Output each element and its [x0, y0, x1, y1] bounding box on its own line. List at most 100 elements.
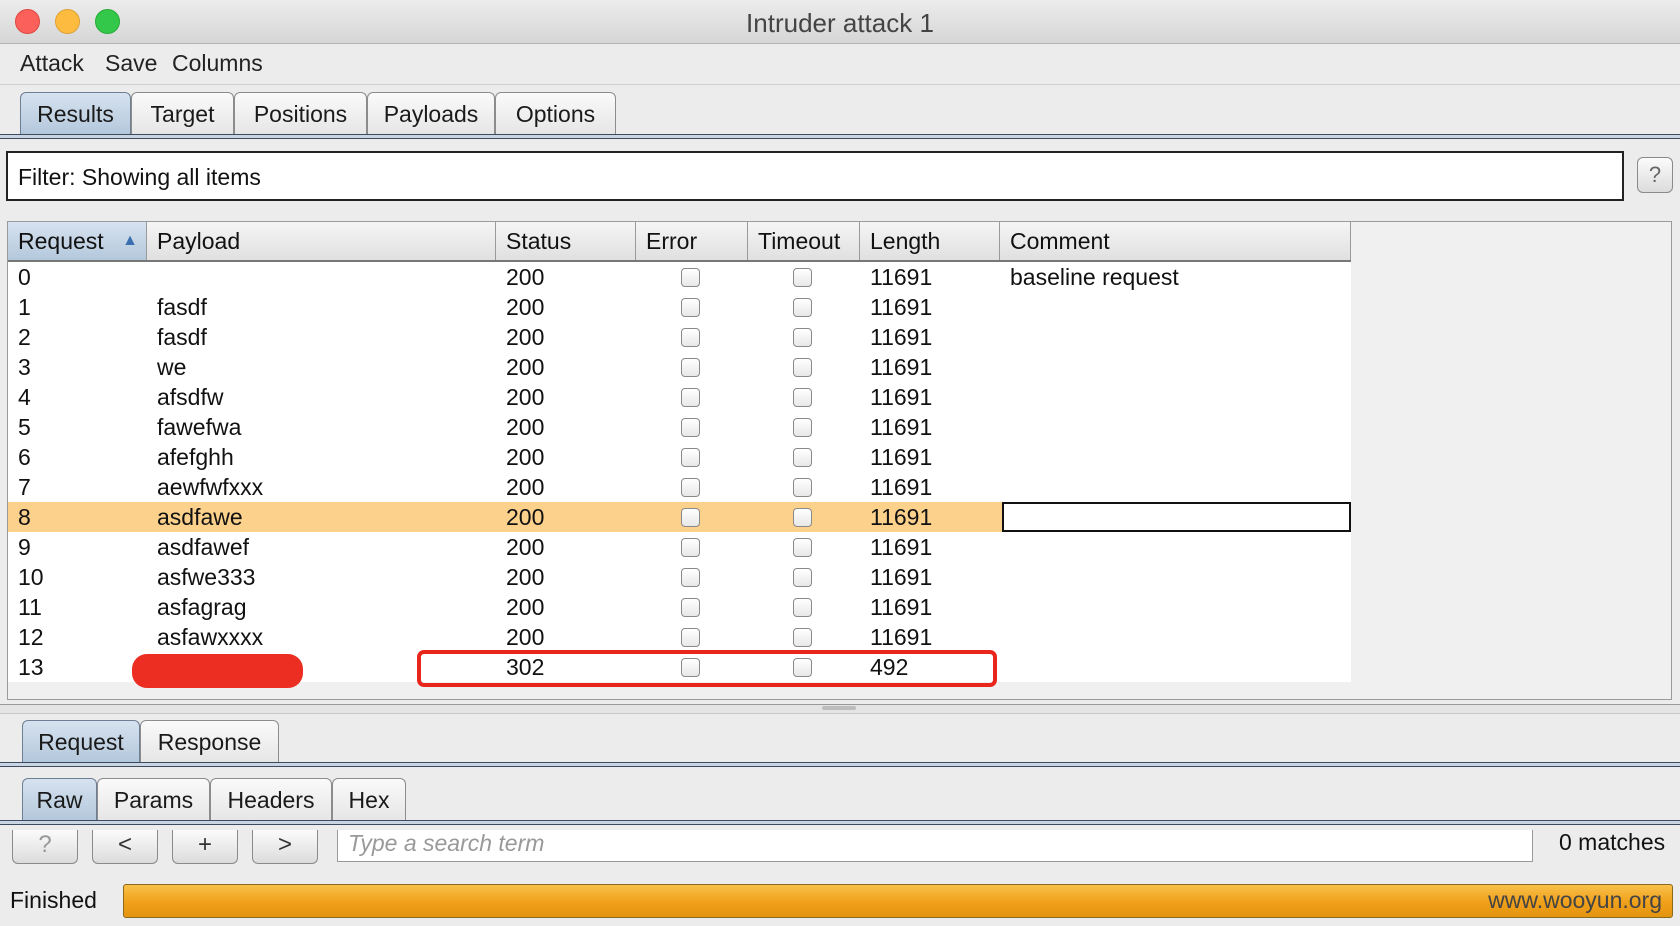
table-row[interactable]: 12 asfawxxxx 200 11691: [8, 622, 1351, 652]
timeout-checkbox[interactable]: [793, 268, 812, 287]
tab-positions[interactable]: Positions: [234, 92, 367, 134]
table-row[interactable]: 9 asdfawef 200 11691: [8, 532, 1351, 562]
timeout-checkbox[interactable]: [793, 418, 812, 437]
tab-target[interactable]: Target: [131, 92, 234, 134]
error-checkbox[interactable]: [681, 628, 700, 647]
table-row[interactable]: 11 asfagrag 200 11691: [8, 592, 1351, 622]
error-checkbox[interactable]: [681, 538, 700, 557]
column-header-status[interactable]: Status: [496, 222, 636, 260]
table-row[interactable]: 6 afefghh 200 11691: [8, 442, 1351, 472]
error-checkbox[interactable]: [681, 568, 700, 587]
table-row[interactable]: 3 we 200 11691: [8, 352, 1351, 382]
cell-length: 11691: [870, 594, 933, 620]
tab-request[interactable]: Request: [22, 720, 140, 762]
tab-response[interactable]: Response: [140, 720, 279, 762]
timeout-checkbox[interactable]: [793, 388, 812, 407]
filter-text: Filter: Showing all items: [18, 164, 261, 190]
cell-status: 200: [506, 624, 545, 650]
table-row[interactable]: 2 fasdf 200 11691: [8, 322, 1351, 352]
timeout-checkbox[interactable]: [793, 508, 812, 527]
error-checkbox[interactable]: [681, 418, 700, 437]
cell-payload: asdfawef: [157, 534, 250, 560]
search-input[interactable]: Type a search term: [337, 830, 1533, 862]
error-checkbox[interactable]: [681, 268, 700, 287]
cell-length: 11691: [870, 504, 933, 530]
chevron-right-icon: >: [277, 831, 292, 858]
cell-length: 11691: [870, 474, 933, 500]
cell-comment: [1000, 292, 1010, 322]
cell-comment: baseline request: [1010, 264, 1179, 290]
help-icon: ?: [1648, 162, 1662, 187]
tab-results[interactable]: Results: [20, 92, 131, 134]
timeout-checkbox[interactable]: [793, 628, 812, 647]
error-checkbox[interactable]: [681, 328, 700, 347]
cell-payload: asfagrag: [157, 594, 247, 620]
tab-options[interactable]: Options: [495, 92, 616, 134]
tab-raw[interactable]: Raw: [22, 778, 97, 820]
timeout-checkbox[interactable]: [793, 358, 812, 377]
tab-params[interactable]: Params: [97, 778, 210, 820]
search-placeholder: Type a search term: [348, 830, 545, 856]
cell-request: 0: [18, 264, 31, 290]
tab-hex[interactable]: Hex: [332, 778, 406, 820]
error-checkbox[interactable]: [681, 598, 700, 617]
timeout-checkbox[interactable]: [793, 298, 812, 317]
column-header-request[interactable]: Request ▲: [8, 222, 147, 260]
cell-request: 9: [18, 534, 31, 560]
timeout-checkbox[interactable]: [793, 568, 812, 587]
column-header-length[interactable]: Length: [860, 222, 1000, 260]
timeout-checkbox[interactable]: [793, 328, 812, 347]
cell-comment: [1000, 562, 1010, 592]
cell-length: 11691: [870, 624, 933, 650]
timeout-checkbox[interactable]: [793, 538, 812, 557]
table-row[interactable]: 0 200 11691 baseline request: [8, 262, 1351, 292]
menu-columns[interactable]: Columns: [172, 50, 263, 77]
search-help-button[interactable]: ?: [12, 830, 78, 864]
tab-payloads[interactable]: Payloads: [367, 92, 495, 134]
cell-request: 10: [18, 564, 44, 590]
cell-comment: [1000, 532, 1010, 562]
filter-help-button[interactable]: ?: [1637, 157, 1673, 193]
timeout-checkbox[interactable]: [793, 448, 812, 467]
table-row[interactable]: 4 afsdfw 200 11691: [8, 382, 1351, 412]
table-row[interactable]: 8 asdfawe 200 11691: [8, 502, 1351, 532]
error-checkbox[interactable]: [681, 358, 700, 377]
cell-request: 12: [18, 624, 44, 650]
table-row[interactable]: 1 fasdf 200 11691: [8, 292, 1351, 322]
timeout-checkbox[interactable]: [793, 478, 812, 497]
error-checkbox[interactable]: [681, 388, 700, 407]
cell-request: 3: [18, 354, 31, 380]
menu-save[interactable]: Save: [105, 50, 157, 77]
column-header-error[interactable]: Error: [636, 222, 748, 260]
table-row[interactable]: 10 asfwe333 200 11691: [8, 562, 1351, 592]
cell-payload: asfawxxxx: [157, 624, 264, 650]
cell-status: 200: [506, 294, 545, 320]
search-next-button[interactable]: >: [252, 830, 318, 864]
column-header-comment[interactable]: Comment: [1000, 222, 1351, 260]
column-header-timeout[interactable]: Timeout: [748, 222, 860, 260]
menu-attack[interactable]: Attack: [20, 50, 84, 77]
search-add-button[interactable]: +: [172, 830, 238, 864]
cell-length: 11691: [870, 414, 933, 440]
tab-headers[interactable]: Headers: [210, 778, 332, 820]
timeout-checkbox[interactable]: [793, 598, 812, 617]
table-row[interactable]: 5 fawefwa 200 11691: [8, 412, 1351, 442]
comment-edit-field[interactable]: [1002, 502, 1351, 532]
cell-status: 200: [506, 414, 545, 440]
splitter-grip-icon[interactable]: [822, 706, 856, 710]
cell-payload: fasdf: [157, 294, 207, 320]
filter-bar[interactable]: Filter: Showing all items: [6, 151, 1624, 201]
search-previous-button[interactable]: <: [92, 830, 158, 864]
error-checkbox[interactable]: [681, 298, 700, 317]
redacted-payload-marker: [132, 654, 303, 688]
error-checkbox[interactable]: [681, 478, 700, 497]
cell-payload: asfwe333: [157, 564, 256, 590]
cell-length: 11691: [870, 534, 933, 560]
column-header-label: Request: [18, 228, 104, 254]
cell-request: 1: [18, 294, 31, 320]
column-header-payload[interactable]: Payload: [147, 222, 496, 260]
error-checkbox[interactable]: [681, 508, 700, 527]
cell-comment: [1000, 352, 1010, 382]
table-row[interactable]: 7 aewfwfxxx 200 11691: [8, 472, 1351, 502]
error-checkbox[interactable]: [681, 448, 700, 467]
